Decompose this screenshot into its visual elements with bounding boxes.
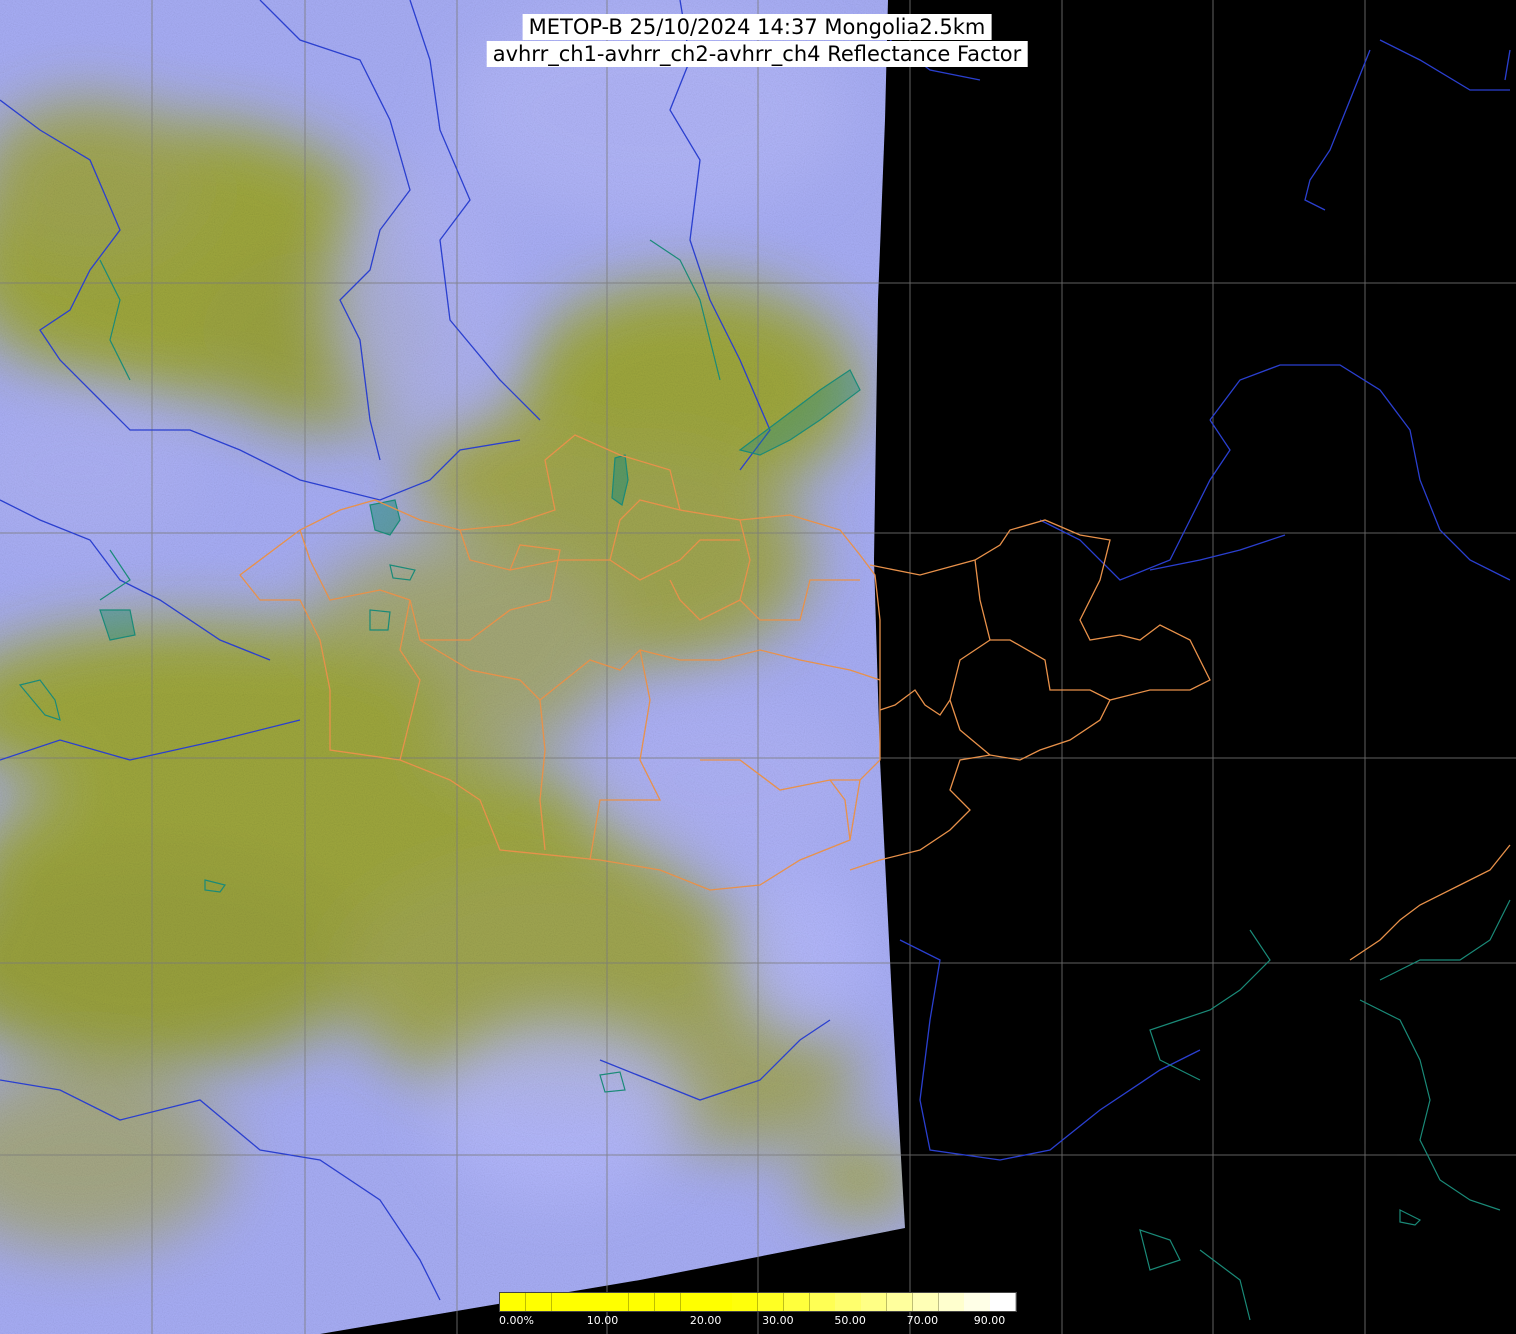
map-title-line2: avhrr_ch1-avhrr_ch2-avhrr_ch4 Reflectanc… xyxy=(486,41,1028,67)
legend-tick-label: 30.00 xyxy=(762,1314,794,1327)
legend-segment xyxy=(654,1293,682,1311)
legend-segment xyxy=(783,1293,811,1311)
legend-tick-label: 20.00 xyxy=(689,1314,722,1327)
legend-segment xyxy=(990,1293,1017,1311)
legend-segment xyxy=(680,1293,707,1311)
legend-tick-label: 70.00 xyxy=(906,1314,939,1327)
legend-segment xyxy=(629,1293,656,1311)
legend-segment xyxy=(525,1293,553,1311)
legend-tick-label: 50.00 xyxy=(834,1314,866,1327)
legend-segment xyxy=(964,1293,991,1311)
legend-segment xyxy=(887,1293,914,1311)
color-legend xyxy=(499,1292,1017,1312)
legend-segment xyxy=(551,1293,578,1311)
legend-segment xyxy=(706,1293,733,1311)
legend-tick-label: 0.00% xyxy=(499,1314,534,1327)
legend-segment xyxy=(835,1293,862,1311)
legend-segment xyxy=(912,1293,940,1311)
legend-segment xyxy=(809,1293,836,1311)
legend-tick-label: 10.00 xyxy=(586,1314,619,1327)
legend-segment xyxy=(603,1293,630,1311)
legend-gradient-bar xyxy=(499,1292,1017,1312)
satellite-swath xyxy=(0,0,905,1334)
legend-segment xyxy=(732,1293,759,1311)
legend-segment xyxy=(577,1293,604,1311)
legend-tick-label: 90.00 xyxy=(973,1314,1006,1327)
legend-segment xyxy=(861,1293,888,1311)
legend-segment xyxy=(758,1293,785,1311)
legend-segment xyxy=(938,1293,965,1311)
legend-segment xyxy=(500,1293,527,1311)
satellite-map xyxy=(0,0,1516,1334)
map-title-line1: METOP-B 25/10/2024 14:37 Mongolia2.5km xyxy=(522,14,992,40)
